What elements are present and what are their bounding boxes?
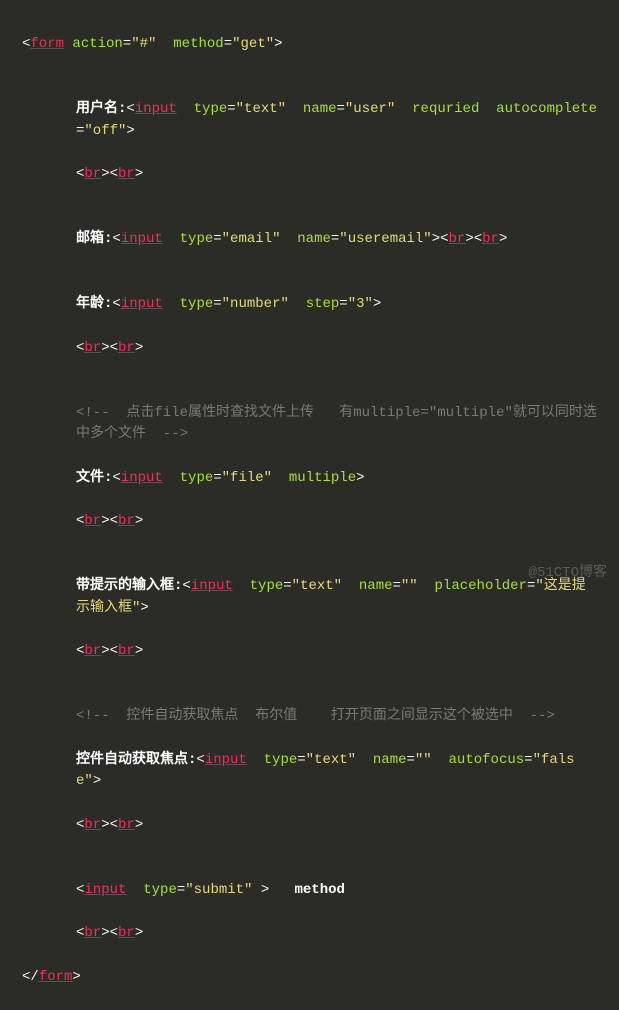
code-line: 控件自动获取焦点:<input type="text" name="" auto… [22,750,597,793]
code-line: <br><br> [22,164,597,186]
code-line: 用户名:<input type="text" name="user" requr… [22,99,597,142]
watermark-text: @51CTO博客 [529,563,607,585]
code-line: <br><br> [22,815,597,837]
code-line: <form action="#" method="get"> [22,34,597,56]
code-comment: <!-- 控件自动获取焦点 布尔值 打开页面之间显示这个被选中 --> [22,706,597,728]
code-line: </form> [22,967,597,989]
code-comment: <!-- 点击file属性时查找文件上传 有multiple="multiple… [22,403,597,446]
code-line: <input type="submit" > method [22,880,597,902]
code-line: <br><br> [22,338,597,360]
code-line: <br><br> [22,923,597,945]
code-line: 带提示的输入框:<input type="text" name="" place… [22,576,597,619]
code-block: <form action="#" method="get"> 用户名:<inpu… [22,34,597,1010]
code-line: 文件:<input type="file" multiple> [22,468,597,490]
code-line: <br><br> [22,641,597,663]
code-line: 年龄:<input type="number" step="3"> [22,294,597,316]
code-line: 邮箱:<input type="email" name="useremail">… [22,229,597,251]
code-line: <br><br> [22,511,597,533]
